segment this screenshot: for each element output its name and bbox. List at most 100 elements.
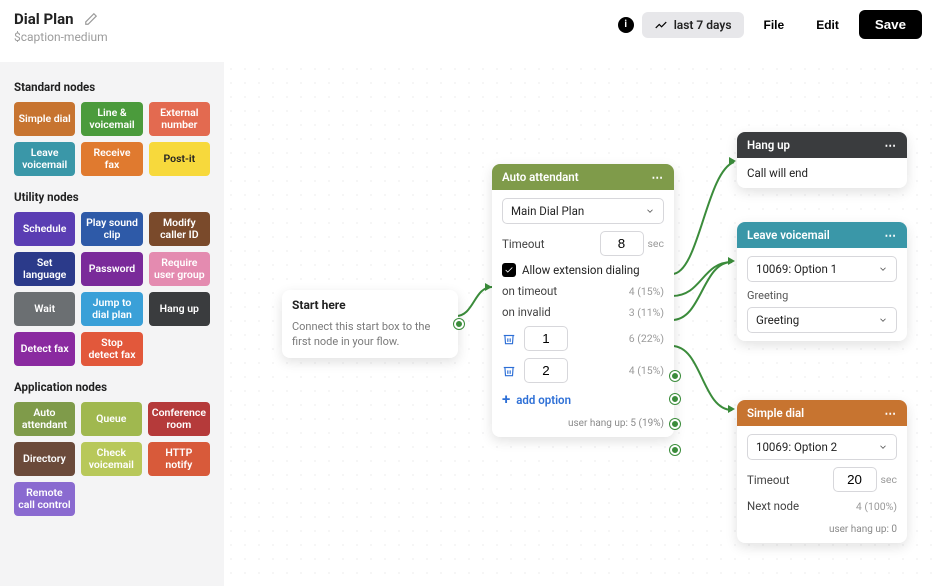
node-chip[interactable]: Directory (14, 442, 75, 476)
timeout-label: Timeout (502, 237, 545, 251)
dial-target-select[interactable]: 10069: Option 2 (747, 434, 897, 460)
trash-icon[interactable] (502, 332, 516, 346)
info-icon[interactable]: i (618, 17, 634, 33)
next-node-label: Next node (747, 499, 799, 513)
toolbar: i last 7 days File Edit Save (618, 10, 922, 39)
output-port-1[interactable] (670, 419, 680, 429)
node-chip[interactable]: Leave voicemail (14, 142, 75, 176)
node-title: Simple dial (747, 406, 804, 420)
add-option-button[interactable]: + add option (502, 392, 664, 407)
node-chip[interactable]: Modify caller ID (149, 212, 210, 246)
node-title: Auto attendant (502, 170, 579, 184)
timeout-input[interactable] (833, 467, 877, 492)
node-chip[interactable]: Receive fax (81, 142, 142, 176)
node-chip[interactable]: HTTP notify (148, 442, 210, 476)
node-footer-stat: user hang up: 5 (19%) (502, 418, 664, 429)
pencil-icon[interactable] (84, 12, 98, 26)
date-range-button[interactable]: last 7 days (642, 12, 744, 38)
voicemail-target-select[interactable]: 10069: Option 1 (747, 256, 897, 282)
on-invalid-label: on invalid (502, 305, 551, 319)
timeout-input[interactable] (600, 231, 644, 256)
node-chip[interactable]: Line & voicemail (81, 102, 142, 136)
node-menu-icon[interactable]: ⋯ (885, 228, 898, 242)
output-port-timeout[interactable] (670, 371, 680, 381)
node-chip[interactable]: Post-it (149, 142, 210, 176)
option-1-stat: 6 (22%) (629, 332, 664, 345)
node-chip[interactable]: Schedule (14, 212, 75, 246)
node-chip[interactable]: Jump to dial plan (81, 292, 142, 326)
trash-icon[interactable] (502, 364, 516, 378)
on-timeout-stat: 4 (15%) (629, 285, 664, 298)
greeting-select[interactable]: Greeting (747, 307, 897, 333)
timeout-label: Timeout (747, 473, 790, 487)
auto-attendant-node[interactable]: Auto attendant ⋯ Main Dial Plan Timeout … (492, 164, 674, 437)
file-button[interactable]: File (752, 12, 797, 38)
node-title: Hang up (747, 138, 790, 152)
group-label: Standard nodes (14, 80, 210, 94)
option-2-input[interactable] (524, 358, 568, 383)
save-button[interactable]: Save (859, 10, 922, 39)
leave-voicemail-node[interactable]: Leave voicemail ⋯ 10069: Option 1 Greeti… (737, 222, 907, 341)
option-2-stat: 4 (15%) (629, 364, 664, 377)
chevron-down-icon (878, 264, 888, 274)
node-chip[interactable]: Check voicemail (81, 442, 142, 476)
node-chip[interactable]: Conference room (148, 402, 210, 436)
start-title: Start here (292, 298, 448, 312)
node-chip[interactable]: Require user group (149, 252, 210, 286)
node-menu-icon[interactable]: ⋯ (652, 170, 665, 184)
greeting-label: Greeting (747, 289, 897, 302)
node-chip[interactable]: Simple dial (14, 102, 75, 136)
hang-up-node[interactable]: Hang up ⋯ Call will end (737, 132, 907, 188)
page-subtitle: $caption-medium (14, 30, 108, 44)
chart-line-icon (654, 18, 668, 32)
output-port-2[interactable] (670, 445, 680, 455)
node-menu-icon[interactable]: ⋯ (885, 138, 898, 152)
node-chip[interactable]: Play sound clip (81, 212, 142, 246)
node-chip[interactable]: Hang up (149, 292, 210, 326)
group-label: Application nodes (14, 380, 210, 394)
select-value: 10069: Option 2 (756, 440, 837, 454)
node-title: Leave voicemail (747, 228, 830, 242)
dialplan-select[interactable]: Main Dial Plan (502, 198, 664, 224)
timeout-unit: sec (881, 473, 897, 486)
add-option-label: add option (516, 393, 571, 407)
simple-dial-node[interactable]: Simple dial ⋯ 10069: Option 2 Timeout se… (737, 400, 907, 543)
on-timeout-label: on timeout (502, 284, 557, 298)
select-value: 10069: Option 1 (756, 262, 837, 276)
chevron-down-icon (645, 206, 655, 216)
chevron-down-icon (878, 315, 888, 325)
select-value: Main Dial Plan (511, 204, 584, 218)
chevron-down-icon (878, 442, 888, 452)
node-chip[interactable]: Wait (14, 292, 75, 326)
node-chip[interactable]: Auto attendant (14, 402, 75, 436)
node-chip[interactable]: Detect fax (14, 332, 75, 366)
allow-extension-checkbox[interactable] (502, 263, 516, 277)
node-chip[interactable]: Stop detect fax (81, 332, 142, 366)
node-chip[interactable]: Set language (14, 252, 75, 286)
date-range-label: last 7 days (674, 18, 732, 32)
plus-icon: + (502, 392, 510, 407)
title-block: Dial Plan $caption-medium (14, 10, 108, 44)
output-port-invalid[interactable] (670, 394, 680, 404)
node-menu-icon[interactable]: ⋯ (885, 406, 898, 420)
next-node-stat: 4 (100%) (856, 500, 897, 513)
allow-extension-label: Allow extension dialing (522, 263, 640, 277)
start-body: Connect this start box to the first node… (292, 319, 448, 350)
output-port[interactable] (454, 319, 464, 329)
sidebar: Standard nodes Simple dialLine & voicemai… (0, 62, 224, 586)
node-chip[interactable]: Queue (81, 402, 142, 436)
node-chip[interactable]: Remote call control (14, 482, 75, 516)
option-1-input[interactable] (524, 326, 568, 351)
node-chip[interactable]: Password (81, 252, 142, 286)
timeout-unit: sec (648, 237, 664, 250)
hang-up-body: Call will end (747, 166, 897, 180)
select-value: Greeting (756, 313, 799, 327)
start-node[interactable]: Start here Connect this start box to the… (282, 290, 458, 358)
node-chip[interactable]: External number (149, 102, 210, 136)
edit-button[interactable]: Edit (804, 12, 851, 38)
canvas[interactable]: Start here Connect this start box to the… (224, 62, 936, 586)
group-label: Utility nodes (14, 190, 210, 204)
page-title: Dial Plan (14, 10, 74, 28)
node-footer-stat: user hang up: 0 (747, 524, 897, 535)
on-invalid-stat: 3 (11%) (629, 306, 664, 319)
